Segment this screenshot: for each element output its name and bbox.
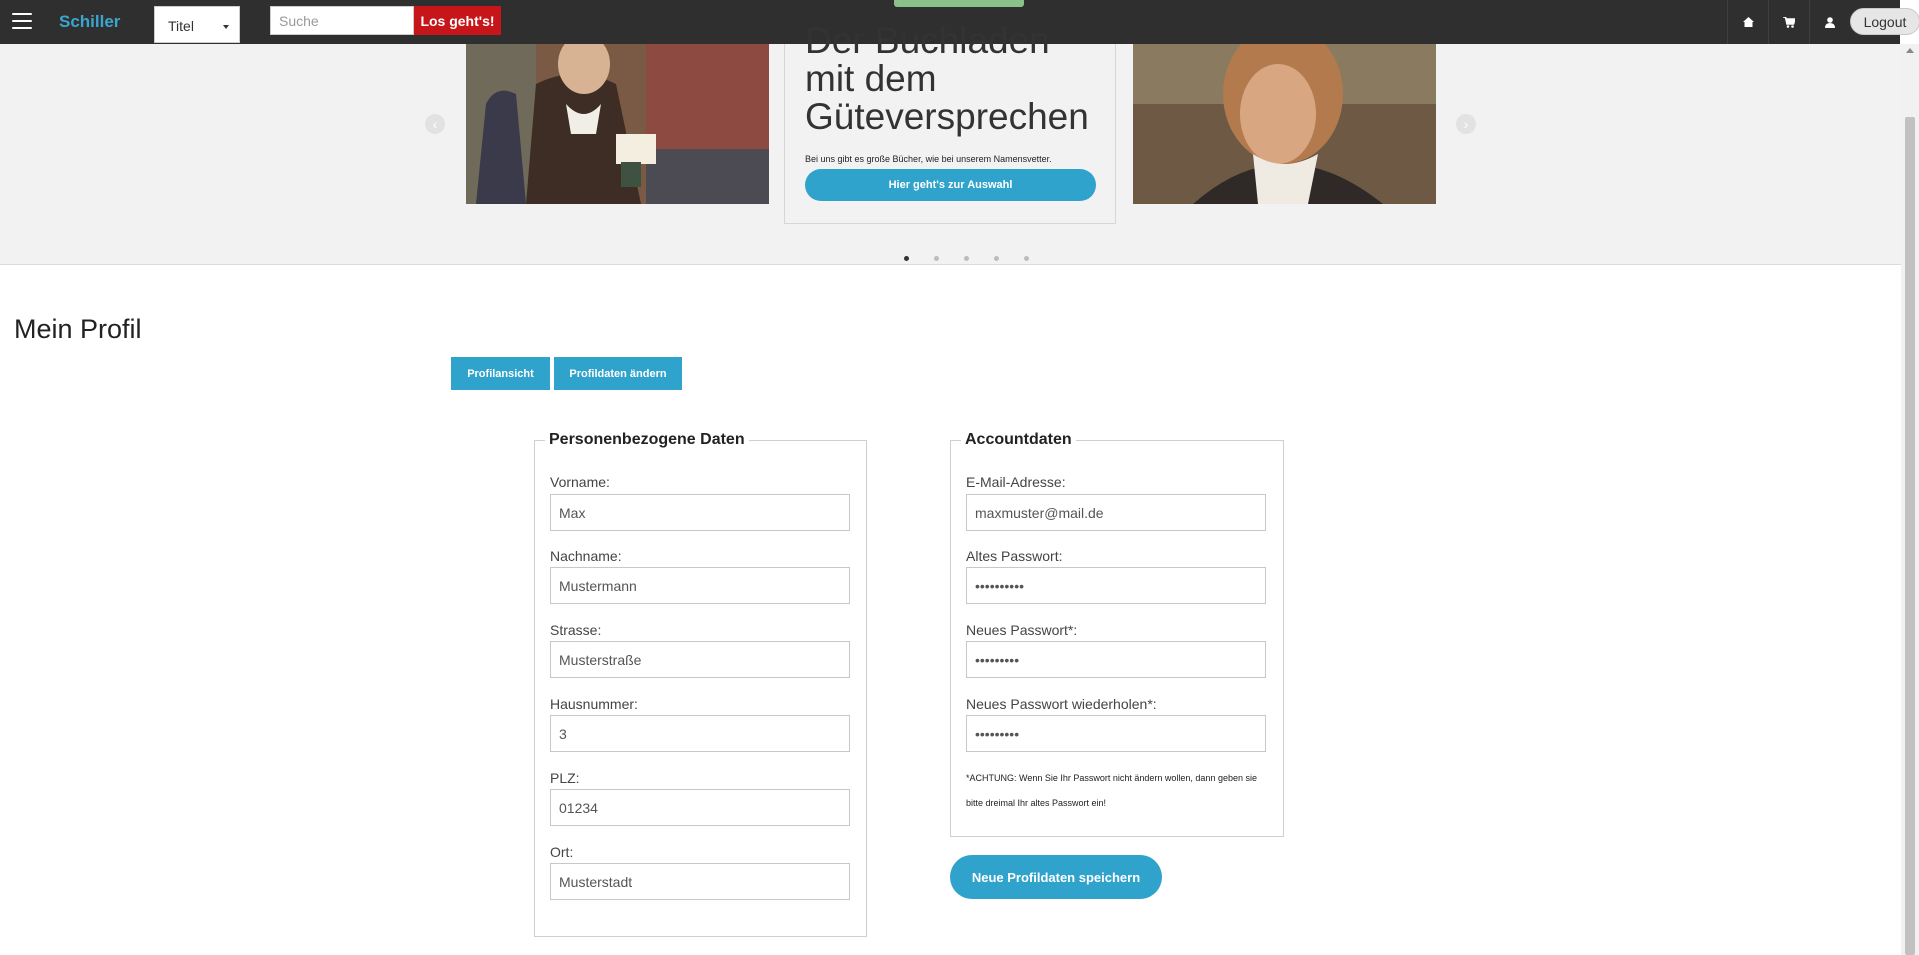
search-filter-select[interactable]: Titel xyxy=(154,6,240,43)
city-field[interactable] xyxy=(550,863,850,900)
new-password-field[interactable] xyxy=(966,641,1266,678)
search-button[interactable]: Los geht's! xyxy=(414,6,501,35)
user-icon xyxy=(1825,16,1835,28)
account-data-fieldset: Accountdaten E-Mail-Adresse: Altes Passw… xyxy=(950,431,1284,837)
home-icon xyxy=(1742,17,1754,27)
scroll-up-icon[interactable] xyxy=(1906,48,1914,53)
tab-edit-profile[interactable]: Profildaten ändern xyxy=(554,357,682,390)
save-profile-button[interactable]: Neue Profildaten speichern xyxy=(950,855,1162,899)
cart-icon xyxy=(1783,16,1795,28)
street-field[interactable] xyxy=(550,641,850,678)
last-name-label: Nachname: xyxy=(550,548,622,564)
carousel-caption-text: Bei uns gibt es große Bücher, wie bei un… xyxy=(805,154,1052,164)
chevron-down-icon xyxy=(223,25,229,29)
scrollbar-thumb[interactable] xyxy=(1905,117,1915,955)
home-icon-button[interactable] xyxy=(1727,0,1768,44)
page-title: Mein Profil xyxy=(14,314,142,344)
new-password-label: Neues Passwort*: xyxy=(966,622,1078,638)
cart-icon-button[interactable] xyxy=(1768,0,1809,44)
logout-button[interactable]: Logout xyxy=(1850,8,1919,35)
carousel-dot-1[interactable] xyxy=(904,256,909,261)
carousel-caption-title: Der Buchladen mit dem Güteversprechen xyxy=(805,20,1089,137)
house-number-field[interactable] xyxy=(550,715,850,752)
browse-selection-button[interactable]: Hier geht's zur Auswahl xyxy=(805,169,1096,201)
status-tab xyxy=(894,0,1024,7)
last-name-field[interactable] xyxy=(550,567,850,604)
old-password-label: Altes Passwort: xyxy=(966,548,1063,564)
zip-code-label: PLZ: xyxy=(550,770,580,786)
email-label: E-Mail-Adresse: xyxy=(966,474,1066,490)
city-label: Ort: xyxy=(550,844,574,860)
carousel-dot-5[interactable] xyxy=(1024,256,1029,261)
hero-carousel: Der Buchladen mit dem Güteversprechen Be… xyxy=(0,22,1901,265)
account-data-legend: Accountdaten xyxy=(961,431,1076,449)
search-input[interactable] xyxy=(270,6,414,35)
repeat-password-field[interactable] xyxy=(966,715,1266,752)
personal-data-legend: Personenbezogene Daten xyxy=(545,431,749,449)
house-number-label: Hausnummer: xyxy=(550,696,638,712)
schiller-portrait-image-right xyxy=(1133,44,1436,204)
carousel-caption-card: Der Buchladen mit dem Güteversprechen Be… xyxy=(784,22,1116,224)
carousel-dot-2[interactable] xyxy=(934,256,939,261)
schiller-portrait-image-left xyxy=(466,44,769,204)
brand-logo-link[interactable]: Schiller xyxy=(59,12,120,32)
carousel-dot-4[interactable] xyxy=(994,256,999,261)
user-icon-button[interactable] xyxy=(1809,0,1850,44)
personal-data-fieldset: Personenbezogene Daten Vorname: Nachname… xyxy=(534,431,867,937)
carousel-next-arrow[interactable]: › xyxy=(1456,114,1476,134)
search-filter-value: Titel xyxy=(168,18,194,34)
email-field[interactable] xyxy=(966,494,1266,531)
password-warning-note: *ACHTUNG: Wenn Sie Ihr Passwort nicht än… xyxy=(966,773,1257,808)
first-name-label: Vorname: xyxy=(550,474,610,490)
hamburger-menu-icon[interactable] xyxy=(12,13,32,30)
street-label: Strasse: xyxy=(550,622,602,638)
tab-profile-view[interactable]: Profilansicht xyxy=(451,357,550,390)
repeat-password-label: Neues Passwort wiederholen*: xyxy=(966,696,1157,712)
zip-code-field[interactable] xyxy=(550,789,850,826)
carousel-dot-3[interactable] xyxy=(964,256,969,261)
old-password-field[interactable] xyxy=(966,567,1266,604)
page-scrollbar[interactable] xyxy=(1901,44,1919,955)
first-name-field[interactable] xyxy=(550,494,850,531)
carousel-prev-arrow[interactable]: ‹ xyxy=(425,114,445,134)
